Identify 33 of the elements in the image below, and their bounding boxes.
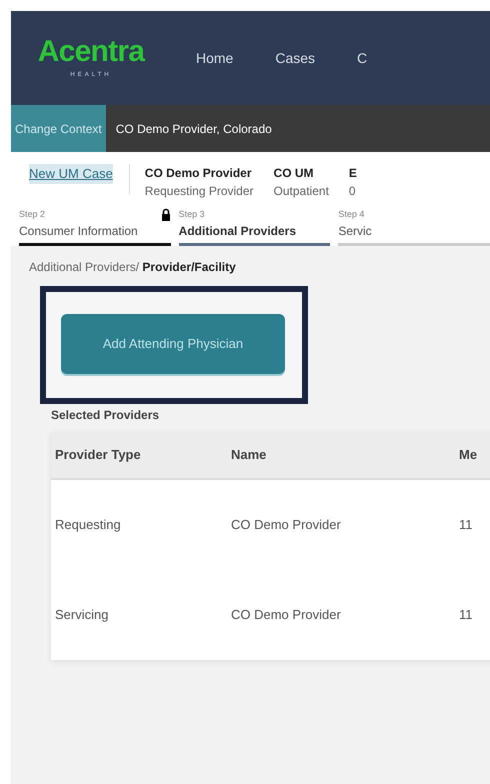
context-text: CO Demo Provider, Colorado xyxy=(116,120,272,138)
table-cell-text: Requesting xyxy=(55,516,122,534)
table-cell-text: 11 xyxy=(459,516,472,534)
table-cell-text: Servicing xyxy=(55,606,110,624)
breadcrumb: Additional Providers/ Provider/Facility xyxy=(29,259,237,276)
step-number: Step 2 xyxy=(19,208,46,221)
column-header: Provider Type xyxy=(55,446,142,464)
step-number: Step 3 xyxy=(178,208,205,221)
table-title: Selected Providers xyxy=(51,407,160,424)
case-field-label: Requesting Provider xyxy=(144,183,254,200)
step-number: Step 4 xyxy=(338,208,364,221)
step-label: Consumer Information xyxy=(19,222,139,240)
column-header: Name xyxy=(231,446,268,464)
case-field-value: CO Demo Provider xyxy=(144,165,252,182)
case-field-label: 0 xyxy=(348,183,357,200)
case-field-label: Outpatient xyxy=(274,183,329,200)
table-cell-text: CO Demo Provider xyxy=(231,606,342,624)
step-tab[interactable]: Step 4 Servic xyxy=(338,200,490,246)
case-field-value: E xyxy=(348,165,357,182)
step-label: Additional Providers xyxy=(178,222,298,240)
table-cell-text: CO Demo Provider xyxy=(231,516,342,534)
step-label: Servic xyxy=(338,222,373,240)
case-field-value: CO UM xyxy=(274,165,315,182)
nav-link[interactable]: C xyxy=(357,48,368,68)
nav-link[interactable]: Home xyxy=(196,48,234,68)
step-tab[interactable]: Step 2 Consumer Information xyxy=(19,200,171,246)
nav-link[interactable]: Cases xyxy=(275,48,316,68)
lock-icon xyxy=(160,208,171,222)
table-cell-text: 11 xyxy=(459,606,472,624)
logo-text: Acentra xyxy=(38,36,144,66)
new-case-link[interactable]: New UM Case xyxy=(29,164,113,184)
column-header: Me xyxy=(459,446,478,464)
step-tab[interactable]: Step 3 Additional Providers xyxy=(178,200,330,246)
